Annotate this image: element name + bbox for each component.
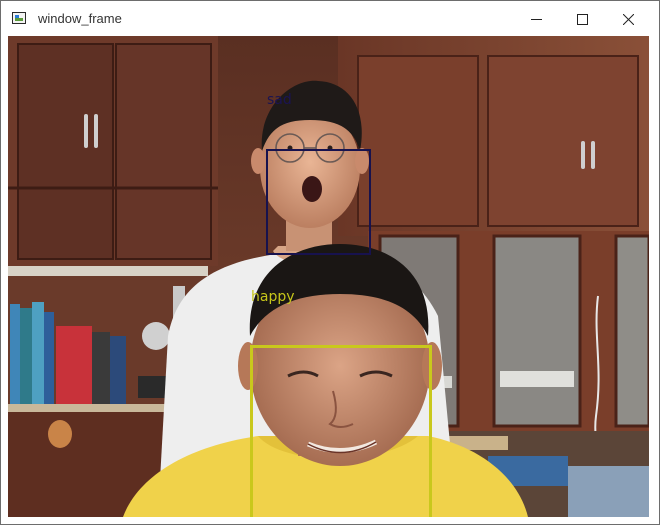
maximize-icon	[576, 13, 588, 25]
maximize-button[interactable]	[559, 1, 605, 37]
window-title: window_frame	[38, 11, 122, 26]
face-detection-box-happy	[250, 345, 432, 517]
close-icon	[622, 13, 634, 25]
emotion-label-sad: sad	[267, 92, 292, 108]
close-button[interactable]	[605, 1, 651, 37]
face-detection-box-sad	[266, 149, 371, 255]
title-bar[interactable]: window_frame	[1, 1, 659, 37]
emotion-label-happy: happy	[251, 289, 295, 305]
minimize-icon	[530, 18, 542, 20]
camera-view: sad happy	[8, 36, 649, 517]
minimize-button[interactable]	[513, 1, 559, 37]
app-window-icon	[12, 12, 26, 24]
